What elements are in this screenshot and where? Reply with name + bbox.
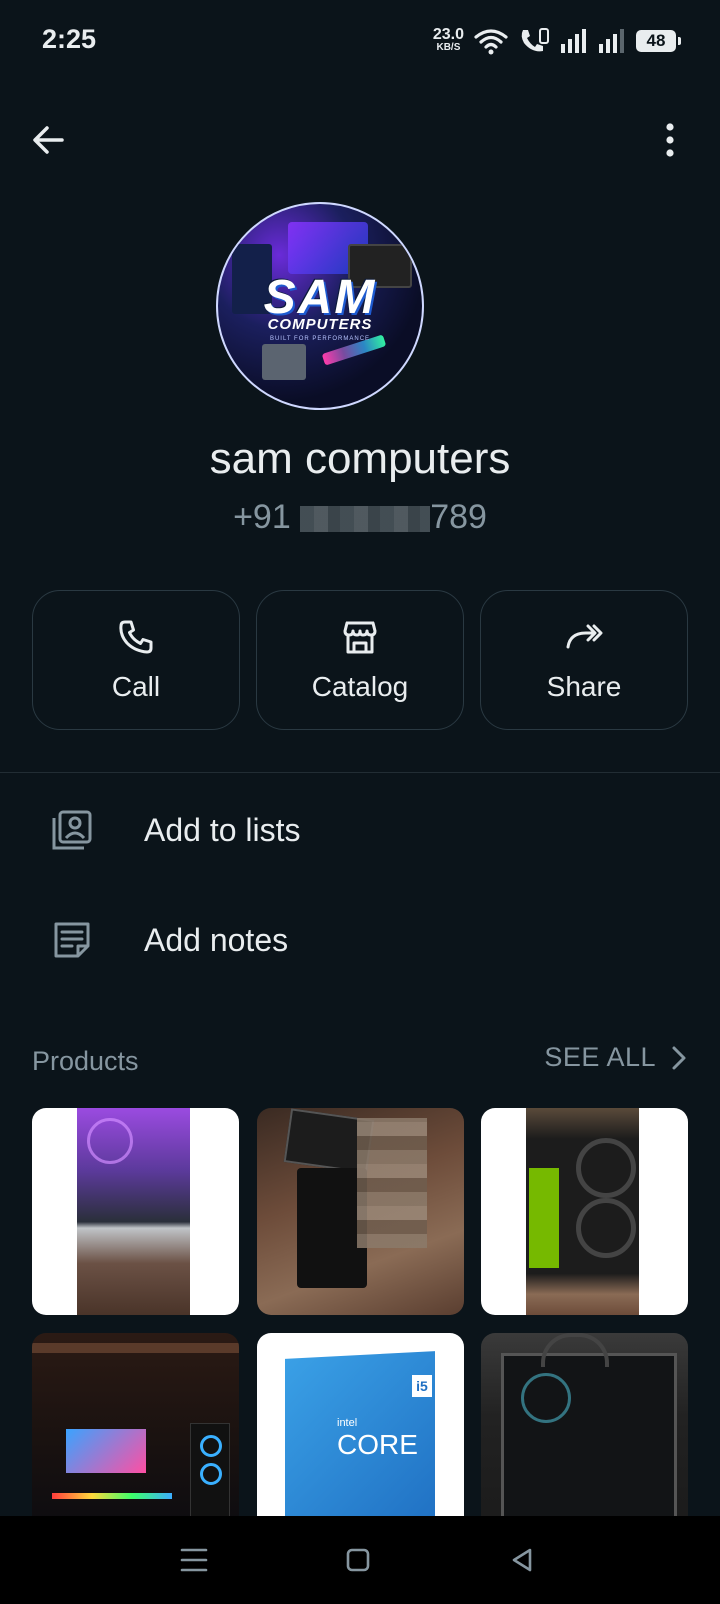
product-pc-case[interactable] [481, 1333, 688, 1516]
add-notes-row[interactable]: Add notes [0, 890, 720, 990]
top-bar [0, 100, 720, 180]
gpu-fan-2 [576, 1198, 636, 1258]
see-all-button[interactable]: SEE ALL [544, 1042, 688, 1073]
phone-prefix: +91 [233, 498, 301, 536]
net-speed-value: 23.0 [432, 26, 464, 43]
add-to-lists-row[interactable]: Add to lists [0, 780, 720, 880]
intel-brand: intel [337, 1417, 358, 1429]
avatar-decor-cpu [262, 344, 306, 380]
storefront-icon [343, 621, 377, 654]
fan-ring [87, 1118, 133, 1164]
menu-lines-icon [180, 1548, 208, 1572]
status-icons: 23.0 KB/S 48 [432, 24, 681, 58]
phone-icon [119, 620, 153, 654]
contact-phone: +91 789 [0, 498, 720, 537]
products-grid: intel CORE i5 [32, 1108, 688, 1516]
profile-avatar[interactable]: SAM COMPUTERS BUILT FOR PERFORMANCE [216, 202, 424, 410]
product-photo-blur [357, 1118, 427, 1248]
home-button[interactable] [340, 1542, 376, 1578]
volte-call-icon [521, 28, 549, 52]
status-bar: 2:25 23.0 KB/S 48 [0, 0, 720, 82]
nav-back-button[interactable] [504, 1542, 540, 1578]
product-intel-core-i5[interactable]: intel CORE i5 [257, 1333, 464, 1516]
intel-core-label: CORE [337, 1429, 418, 1460]
case-frame [501, 1353, 677, 1516]
intel-model-badge: i5 [412, 1375, 432, 1397]
catalog-button[interactable]: Catalog [256, 590, 464, 730]
battery-icon: 48 [636, 30, 681, 52]
lists-icon [52, 810, 92, 850]
phone-suffix: 789 [430, 498, 487, 536]
net-speed-unit: KB/S [436, 42, 461, 53]
monitor [66, 1429, 146, 1473]
headphones [541, 1333, 609, 1367]
products-title: Products [32, 1046, 139, 1076]
arrow-left-icon [33, 126, 64, 154]
triangle-back-icon [512, 1548, 532, 1572]
fan-light-1 [200, 1435, 222, 1457]
product-pc-rgb-fans[interactable] [32, 1108, 239, 1315]
share-label: Share [546, 671, 622, 702]
notes-icon [54, 922, 90, 958]
avatar-logo-tag: BUILT FOR PERFORMANCE [269, 336, 371, 342]
gpu-box-green [529, 1168, 559, 1268]
product-gaming-setup[interactable] [32, 1333, 239, 1516]
keyboard-rgb [52, 1493, 172, 1499]
fan-light-2 [200, 1463, 222, 1485]
phone-redaction [300, 506, 431, 533]
add-to-lists-label: Add to lists [144, 811, 301, 848]
share-forward-icon [566, 624, 603, 649]
signal-icon [561, 29, 586, 53]
square-home-icon [346, 1548, 370, 1572]
call-label: Call [111, 671, 161, 702]
share-button[interactable]: Share [480, 590, 688, 730]
see-all-label: SEE ALL [544, 1042, 656, 1072]
product-ventus-3x-rtx[interactable] [481, 1108, 688, 1315]
back-button[interactable] [24, 116, 72, 164]
catalog-label: Catalog [311, 671, 409, 702]
gpu-fan-1 [576, 1138, 636, 1198]
avatar-logo-sub: COMPUTERS [267, 316, 373, 333]
product-rtx-box[interactable] [257, 1108, 464, 1315]
wifi-icon [474, 29, 508, 55]
signal-icon-2 [599, 29, 624, 53]
more-vert-icon [666, 123, 674, 157]
system-nav-bar [0, 1516, 720, 1604]
action-buttons: Call Catalog Share [32, 590, 688, 730]
shelf [32, 1343, 239, 1353]
divider [0, 772, 720, 773]
call-button[interactable]: Call [32, 590, 240, 730]
net-speed: 23.0 KB/S [432, 26, 464, 54]
status-time: 2:25 [42, 24, 97, 54]
recents-button[interactable] [176, 1542, 212, 1578]
case-fan [521, 1373, 571, 1423]
products-header: Products SEE ALL [32, 1040, 688, 1080]
more-options-button[interactable] [650, 116, 690, 164]
chevron-right-icon [672, 1046, 686, 1069]
add-notes-label: Add notes [144, 921, 289, 958]
contact-name: sam computers [209, 434, 511, 483]
